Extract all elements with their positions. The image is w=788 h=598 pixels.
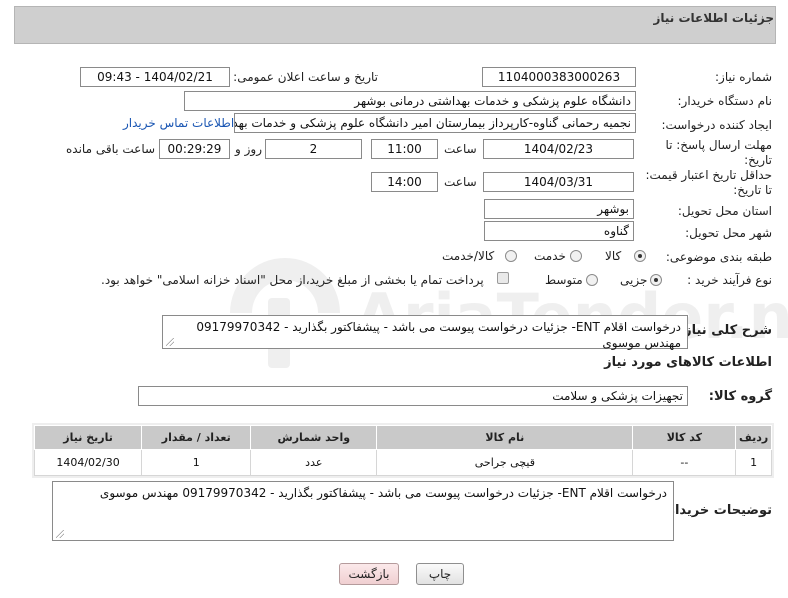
process-radio-medium[interactable] — [586, 274, 598, 286]
goods-group-field: تجهیزات پزشکی و سلامت — [138, 386, 688, 406]
deadline-time-label: ساعت — [444, 142, 477, 156]
items-table-container: ردیف کد کالا نام کالا واحد شمارش تعداد /… — [32, 423, 774, 478]
cell-need-date: 1404/02/30 — [33, 449, 143, 476]
col-header-item-code: کد کالا — [632, 425, 737, 450]
announce-label: تاریخ و ساعت اعلان عمومی: — [233, 70, 378, 84]
category-option-service: خدمت — [534, 249, 566, 263]
category-radio-service[interactable] — [570, 250, 582, 262]
city-label: شهر محل تحویل: — [685, 226, 772, 240]
deadline-label-line2: تاریخ: — [744, 153, 772, 167]
deadline-label-line1: مهلت ارسال پاسخ: تا — [665, 138, 772, 152]
validity-time-field: 14:00 — [371, 172, 438, 192]
need-number-field: 1104000383000263 — [482, 67, 636, 87]
col-header-need-date: تاریخ نیاز — [33, 425, 143, 450]
category-option-goods-service: کالا/خدمت — [442, 249, 495, 263]
summary-text: درخواست اقلام ENT- جزئیات درخواست پیوست … — [196, 320, 681, 350]
province-field: بوشهر — [484, 199, 634, 219]
goods-group-label: گروه کالا: — [708, 389, 772, 404]
days-label: روز و — [235, 142, 262, 156]
requester-field: نجمیه رحمانی گناوه-کارپرداز بیمارستان ام… — [234, 113, 636, 133]
page-title: جزئیات اطلاعات نیاز — [653, 11, 774, 25]
remaining-time-label: ساعت باقی مانده — [66, 142, 156, 156]
buyer-org-label: نام دستگاه خریدار: — [677, 94, 773, 108]
process-option-minor: جزیی — [620, 273, 648, 287]
category-radio-goods-service[interactable] — [505, 250, 517, 262]
buyer-notes-textarea[interactable]: درخواست اقلام ENT- جزئیات درخواست پیوست … — [52, 481, 674, 541]
province-label: استان محل تحویل: — [677, 204, 772, 218]
validity-label-line2: تا تاریخ: — [733, 183, 772, 197]
resize-grip-icon[interactable] — [56, 530, 64, 538]
goods-info-title: اطلاعات کالاهای مورد نیاز — [604, 355, 772, 370]
col-header-quantity: تعداد / مقدار — [141, 425, 252, 450]
requester-label: ایجاد کننده درخواست: — [661, 118, 772, 132]
print-button[interactable]: چاپ — [416, 563, 464, 585]
deadline-date-field: 1404/02/23 — [483, 139, 634, 159]
buyer-contact-link[interactable]: اطلاعات تماس خریدار — [123, 116, 234, 130]
process-radio-minor[interactable] — [650, 274, 662, 286]
remaining-time-field: 00:29:29 — [159, 139, 230, 159]
summary-label: شرح کلی نیاز: — [678, 323, 772, 338]
treasury-payment-checkbox[interactable] — [497, 272, 509, 284]
back-button[interactable]: بازگشت — [339, 563, 399, 585]
summary-textarea[interactable]: درخواست اقلام ENT- جزئیات درخواست پیوست … — [162, 315, 688, 350]
days-remaining-field: 2 — [265, 139, 362, 159]
need-number-label: شماره نیاز: — [715, 70, 772, 84]
resize-grip-icon[interactable] — [166, 338, 174, 346]
col-header-unit: واحد شمارش — [250, 425, 378, 450]
col-header-row-number: ردیف — [735, 425, 772, 450]
validity-label-line1: حداقل تاریخ اعتبار قیمت: — [645, 168, 772, 182]
table-row: 1 -- قیچی جراحی عدد 1 1404/02/30 — [33, 449, 772, 476]
category-option-goods: کالا — [605, 249, 622, 263]
cell-item-name: قیچی جراحی — [376, 449, 634, 476]
buyer-notes-label: توضیحات خریدار: — [662, 503, 772, 518]
table-header-row: ردیف کد کالا نام کالا واحد شمارش تعداد /… — [33, 425, 772, 450]
process-label: نوع فرآیند خرید : — [687, 273, 772, 287]
cell-unit: عدد — [250, 449, 378, 476]
validity-time-label: ساعت — [444, 175, 477, 189]
buyer-org-field: دانشگاه علوم پزشکی و خدمات بهداشتی درمان… — [184, 91, 636, 111]
announce-datetime-field: 1404/02/21 - 09:43 — [80, 67, 230, 87]
category-label: طبقه بندی موضوعی: — [665, 250, 772, 264]
validity-date-field: 1404/03/31 — [483, 172, 634, 192]
buyer-notes-text: درخواست اقلام ENT- جزئیات درخواست پیوست … — [99, 486, 667, 500]
category-radio-goods[interactable] — [634, 250, 646, 262]
cell-item-code: -- — [632, 449, 737, 476]
city-field: گناوه — [484, 221, 634, 241]
col-header-item-name: نام کالا — [376, 425, 634, 450]
process-option-medium: متوسط — [545, 273, 583, 287]
cell-quantity: 1 — [141, 449, 252, 476]
deadline-time-field: 11:00 — [371, 139, 438, 159]
cell-row-number: 1 — [735, 449, 772, 476]
treasury-payment-note: پرداخت تمام یا بخشی از مبلغ خرید،از محل … — [101, 273, 484, 287]
items-table: ردیف کد کالا نام کالا واحد شمارش تعداد /… — [33, 425, 772, 476]
